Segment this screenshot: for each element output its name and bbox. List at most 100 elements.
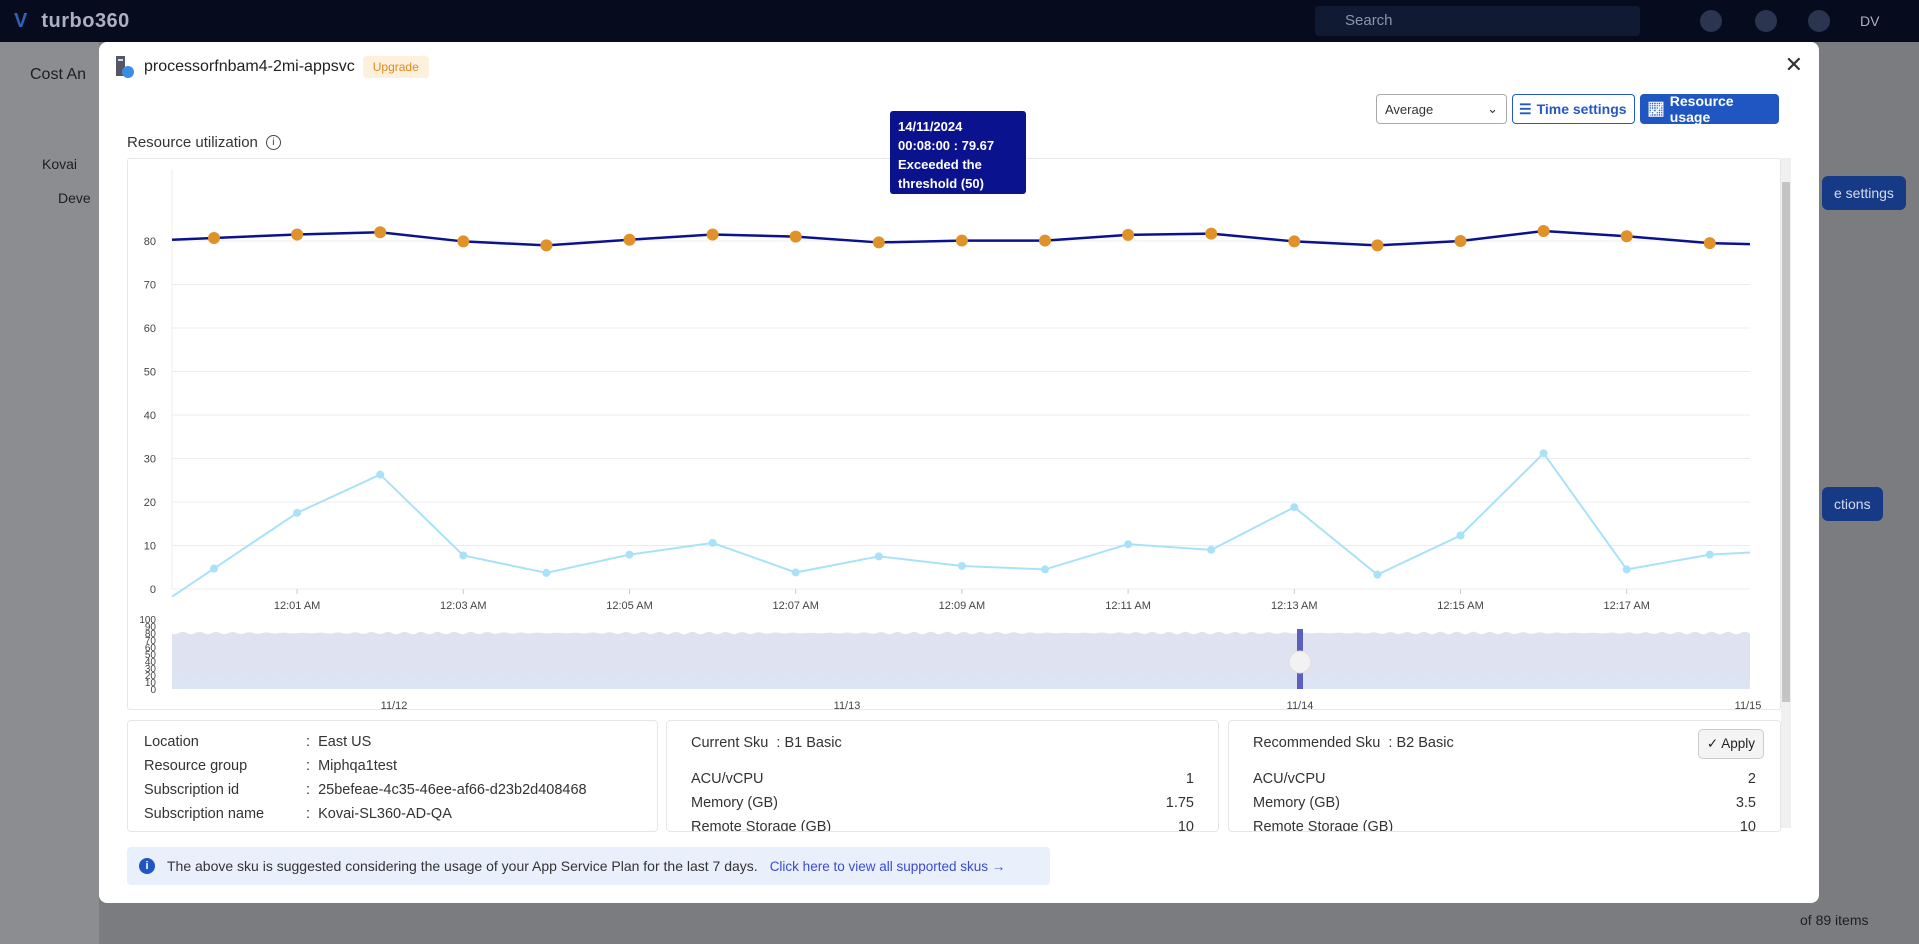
chart-icon: 📈︎ — [1647, 100, 1665, 117]
navigator-y-label: 100 — [139, 615, 156, 626]
view-supported-skus-link[interactable]: Click here to view all supported skus → — [770, 859, 1006, 874]
sku-value: 1 — [1185, 771, 1194, 787]
upgrade-badge[interactable]: Upgrade — [362, 56, 429, 78]
data-point — [210, 564, 218, 573]
close-icon[interactable]: ✕ — [1785, 52, 1803, 78]
data-point — [706, 228, 719, 241]
vertical-scrollbar[interactable] — [1781, 158, 1791, 828]
data-point — [1454, 235, 1467, 247]
sku-row: Remote Storage (GB) 10 — [691, 819, 1194, 832]
detail-sep: : — [306, 758, 319, 774]
sku-key: Memory (GB) — [1253, 795, 1340, 811]
global-search[interactable]: Search — [1315, 6, 1640, 36]
data-point — [1288, 235, 1301, 248]
data-point — [1620, 230, 1633, 243]
notification-icon[interactable] — [1700, 10, 1722, 32]
y-tick-label: 30 — [144, 454, 156, 466]
detail-key: Subscription name — [144, 806, 265, 822]
detail-key: Location — [144, 734, 199, 750]
y-tick-label: 40 — [144, 410, 156, 422]
detail-key: Resource group — [144, 758, 248, 774]
chart-tooltip: 14/11/2024 00:08:00 : 79.67 Exceeded the… — [890, 111, 1026, 194]
detail-value: East US — [318, 734, 372, 750]
data-point — [1622, 565, 1631, 574]
sku-key: Remote Storage (GB) — [1253, 819, 1394, 832]
sku-key: ACU/vCPU — [691, 771, 764, 787]
background-settings-button[interactable]: e settings — [1822, 176, 1906, 210]
sku-row: Memory (GB) 3.5 — [1253, 795, 1756, 811]
resource-usage-label: Resource usage — [1669, 93, 1734, 125]
detail-row: Subscription id: 25befeae-4c35-46ee-af66… — [144, 782, 587, 798]
data-point — [708, 538, 717, 547]
sku-value: 10 — [1177, 819, 1194, 832]
detail-row: Location: East US — [144, 734, 371, 750]
tree-item[interactable]: Kovai — [42, 156, 77, 172]
sku-row: ACU/vCPU 1 — [691, 771, 1194, 787]
info-icon[interactable]: i — [265, 135, 281, 150]
resource-modal: processorfnbam4-2mi-appsvc Upgrade ✕ Ave… — [99, 42, 1819, 903]
aggregation-select[interactable]: Average ⌄ — [1376, 94, 1507, 124]
data-point — [1705, 550, 1714, 559]
data-point — [789, 230, 802, 243]
resource-usage-button[interactable]: 📈︎ Resource usage — [1640, 93, 1779, 125]
data-point — [376, 470, 385, 479]
sliders-icon: ☰ — [1519, 100, 1532, 117]
info-icon: i — [139, 858, 155, 874]
user-avatar[interactable]: DV — [1860, 13, 1879, 29]
x-tick-label: 12:13 AM — [1271, 600, 1317, 612]
navigator-date-label: 11/13 — [834, 700, 861, 711]
check-icon: ✓ — [1706, 736, 1722, 751]
navigator-date-label: 11/14 — [1287, 700, 1314, 711]
x-tick-label: 12:17 AM — [1603, 600, 1649, 612]
current-sku-heading: Current Sku : B1 Basic — [691, 735, 842, 751]
current-sku-panel: Current Sku : B1 Basic ACU/vCPU 1 Memory … — [666, 720, 1219, 832]
brand: turbo360 — [41, 9, 130, 32]
top-nav: V turbo360 Search DV — [0, 0, 1919, 42]
pagination-info: of 89 items — [1800, 912, 1869, 928]
logo-icon: V — [14, 9, 28, 32]
sku-value: 3.5 — [1735, 795, 1756, 811]
detail-key: Subscription id — [144, 782, 240, 798]
detail-value: 25befeae-4c35-46ee-af66-d23b2d408468 — [318, 782, 587, 798]
apply-label: Apply — [1721, 736, 1755, 751]
section-title-text: Resource utilization — [127, 134, 258, 151]
data-point — [1371, 239, 1384, 252]
navigator-date-label: 11/15 — [1735, 700, 1762, 711]
current-sku-label: Current Sku — [691, 735, 769, 751]
detail-sep: : — [306, 734, 319, 750]
detail-value: Kovai-SL360-AD-QA — [318, 806, 452, 822]
app-service-icon — [116, 56, 134, 78]
current-sku-value: B1 Basic — [784, 735, 842, 751]
y-tick-label: 10 — [144, 541, 156, 553]
data-point — [1537, 224, 1550, 237]
data-point — [874, 552, 883, 561]
apply-button[interactable]: ✓ Apply — [1697, 729, 1764, 759]
tooltip-value: 00:08:00 : 79.67 — [898, 138, 995, 153]
recommended-sku-heading: Recommended Sku : B2 Basic — [1253, 735, 1454, 751]
data-point — [1041, 565, 1049, 574]
sku-row: ACU/vCPU 2 — [1253, 771, 1756, 787]
y-tick-label: 60 — [144, 323, 156, 335]
tree-item[interactable]: Deve — [58, 190, 91, 206]
data-point — [1290, 503, 1299, 512]
y-tick-label: 80 — [144, 236, 156, 248]
modal-header: processorfnbam4-2mi-appsvc Upgrade — [116, 56, 429, 78]
navigator-handle[interactable] — [1288, 650, 1312, 674]
x-tick-label: 12:05 AM — [606, 600, 652, 612]
resource-chart[interactable]: 0 10 20 30 40 50 60 70 80 12:01 AM 12:03 AM 12:05 A… — [128, 159, 1782, 741]
banner-text: The above sku is suggested considering t… — [167, 858, 758, 874]
scrollbar-thumb[interactable] — [1782, 182, 1790, 702]
data-point — [1456, 531, 1465, 540]
x-tick-label: 12:15 AM — [1437, 600, 1483, 612]
detail-row: Subscription name: Kovai-SL360-AD-QA — [144, 806, 452, 822]
time-settings-button[interactable]: ☰ Time settings — [1512, 94, 1635, 124]
alert-icon[interactable] — [1755, 10, 1777, 32]
data-point — [1373, 570, 1382, 579]
tooltip-threshold: threshold (50) — [898, 176, 984, 191]
data-point — [955, 234, 968, 247]
detail-row: Resource group: Miphqa1test — [144, 758, 397, 774]
sku-key: ACU/vCPU — [1253, 771, 1326, 787]
x-tick-label: 12:01 AM — [274, 600, 320, 612]
settings-icon[interactable] — [1808, 10, 1830, 32]
background-actions-button[interactable]: ctions — [1822, 487, 1883, 521]
